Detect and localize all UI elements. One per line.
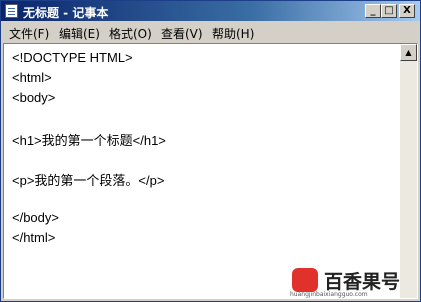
watermark-logo-icon — [292, 268, 318, 292]
title-bar[interactable]: 无标题 - 记事本 _ □ X — [1, 1, 420, 21]
editor-line: </html> — [12, 230, 56, 245]
editor-line: <p>我的第一个段落。</p> — [12, 173, 165, 188]
editor-line: <!DOCTYPE HTML> — [12, 50, 133, 65]
editor-line: <html> — [12, 70, 52, 85]
editor-line: <body> — [12, 90, 56, 105]
menu-edit[interactable]: 编辑(E) — [59, 25, 100, 42]
watermark-brand: 百香果号 — [324, 271, 401, 293]
notepad-app-icon — [5, 4, 18, 18]
menu-help[interactable]: 帮助(H) — [212, 25, 254, 42]
notepad-window: 无标题 - 记事本 _ □ X 文件(F) 编辑(E) 格式(O) 查看(V) … — [0, 0, 421, 302]
editor-line: <h1>我的第一个标题</h1> — [12, 133, 166, 148]
minimize-button[interactable]: _ — [365, 4, 381, 18]
menu-file[interactable]: 文件(F) — [9, 25, 49, 42]
text-editor-area[interactable]: <!DOCTYPE HTML> <html> <body> <h1>我的第一个标… — [3, 43, 418, 299]
menu-view[interactable]: 查看(V) — [161, 25, 203, 42]
menu-format[interactable]: 格式(O) — [109, 25, 152, 42]
menu-bar: 文件(F) 编辑(E) 格式(O) 查看(V) 帮助(H) — [1, 22, 420, 42]
window-title: 无标题 - 记事本 — [23, 6, 109, 20]
editor-line: </body> — [12, 210, 59, 225]
scroll-up-icon[interactable]: ▲ — [400, 44, 417, 61]
maximize-button[interactable]: □ — [381, 4, 397, 18]
watermark: 百香果号 huangjinbaixiangguo.com — [288, 266, 420, 300]
watermark-url: huangjinbaixiangguo.com — [290, 291, 368, 298]
close-button[interactable]: X — [399, 4, 415, 18]
vertical-scrollbar[interactable]: ▲ — [400, 44, 417, 298]
